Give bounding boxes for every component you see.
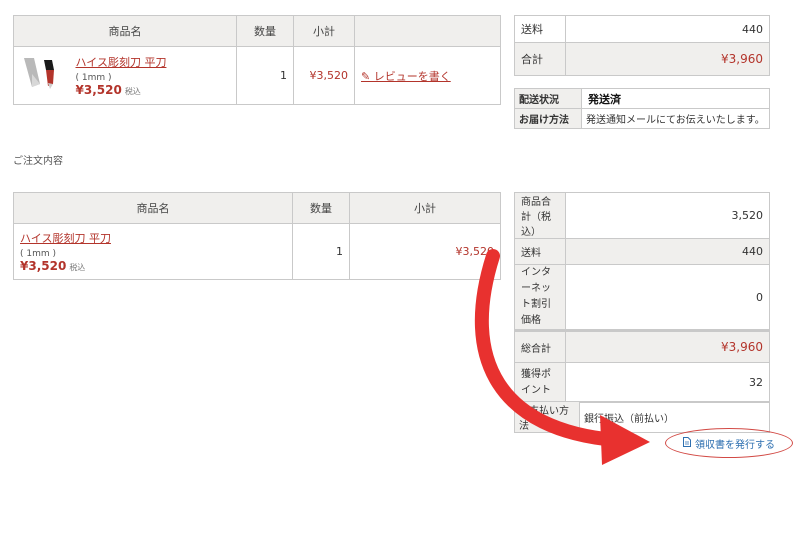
issue-receipt-label[interactable]: 領収書を発行する	[695, 436, 775, 451]
issue-receipt-button[interactable]: 領収書を発行する	[665, 428, 793, 458]
document-icon	[683, 436, 691, 450]
annotation-arrow	[474, 249, 650, 465]
